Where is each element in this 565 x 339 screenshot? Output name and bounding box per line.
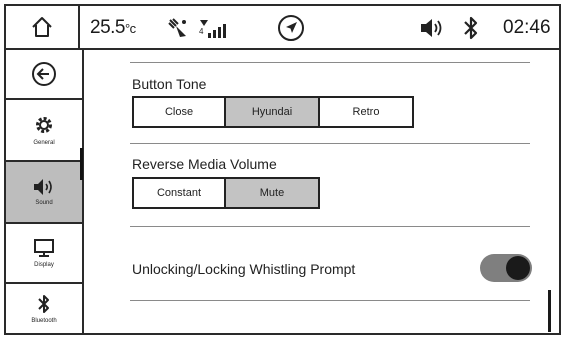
satellite-signal-icon	[168, 18, 186, 37]
button-tone-option-retro[interactable]: Retro	[320, 98, 412, 126]
temperature-unit: °c	[124, 21, 136, 36]
sidebar-item-label: General	[33, 140, 55, 146]
temperature-value: 25.5	[90, 17, 125, 38]
divider	[130, 62, 530, 63]
sound-settings-panel: Button Tone Close Hyundai Retro Reverse …	[86, 50, 559, 333]
status-bar: 25.5°c 4 02:46	[6, 6, 559, 50]
home-button[interactable]	[6, 6, 80, 48]
bluetooth-icon	[38, 294, 49, 313]
reverse-media-volume-selector: Constant Mute	[132, 177, 320, 209]
sidebar-indicator	[80, 148, 83, 180]
sidebar-item-label: Sound	[35, 200, 53, 206]
reverse-volume-option-constant[interactable]: Constant	[134, 179, 226, 207]
reverse-media-volume-title: Reverse Media Volume	[132, 156, 277, 172]
head-unit-screen: 25.5°c 4 02:46 General Sound Display Blu…	[4, 4, 561, 335]
whistling-prompt-toggle[interactable]	[480, 254, 532, 282]
navigation-icon[interactable]	[277, 14, 305, 42]
sidebar-item-sound[interactable]: Sound	[6, 162, 82, 224]
button-tone-option-close[interactable]: Close	[134, 98, 226, 126]
speaker-icon	[34, 179, 52, 195]
bluetooth-icon	[464, 16, 478, 40]
svg-text:4: 4	[199, 27, 204, 36]
settings-sidebar: General Sound Display Bluetooth	[6, 50, 84, 333]
button-tone-option-hyundai[interactable]: Hyundai	[226, 98, 320, 126]
sidebar-item-label: Display	[34, 262, 54, 268]
sidebar-item-display[interactable]: Display	[6, 224, 82, 284]
divider	[130, 226, 530, 227]
reverse-volume-option-mute[interactable]: Mute	[226, 179, 318, 207]
cellular-signal-icon: 4	[199, 20, 226, 38]
button-tone-selector: Close Hyundai Retro	[132, 96, 414, 128]
home-icon	[32, 17, 52, 37]
whistling-prompt-label: Unlocking/Locking Whistling Prompt	[132, 261, 356, 277]
sidebar-item-label: Bluetooth	[31, 317, 57, 324]
back-arrow-icon	[32, 62, 56, 86]
back-button[interactable]	[6, 50, 82, 100]
monitor-icon	[34, 239, 54, 257]
button-tone-title: Button Tone	[132, 76, 207, 92]
gear-icon	[36, 117, 52, 133]
temperature-readout: 25.5°c	[90, 17, 136, 39]
clock: 02:46	[503, 17, 551, 38]
divider	[130, 143, 530, 144]
toggle-knob	[506, 256, 530, 280]
scrollbar-thumb[interactable]	[548, 290, 551, 332]
sidebar-item-general[interactable]: General	[6, 100, 82, 162]
divider	[130, 300, 530, 301]
sidebar-item-bluetooth[interactable]: Bluetooth	[6, 284, 82, 333]
volume-icon	[421, 19, 442, 37]
